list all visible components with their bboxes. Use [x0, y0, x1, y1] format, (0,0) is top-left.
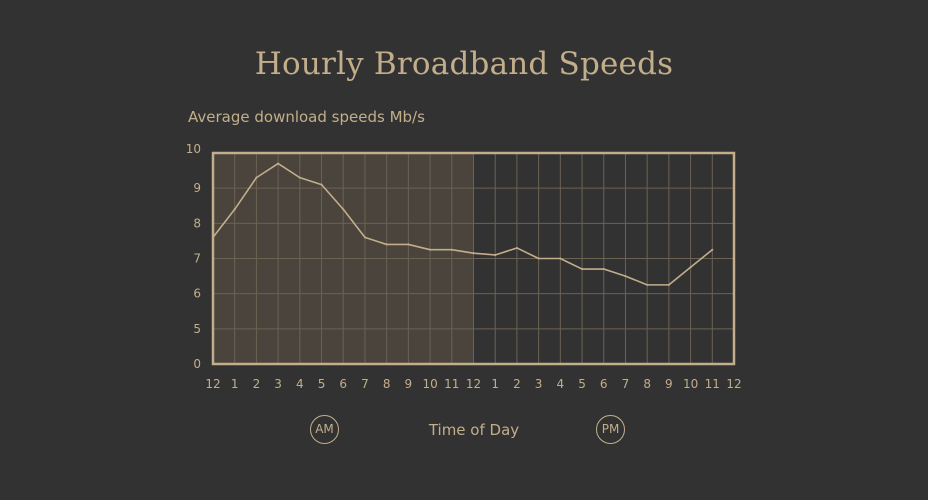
pm-badge: PM — [596, 415, 625, 444]
x-tick-label: 12 — [466, 377, 481, 391]
y-tick-label: 10 — [186, 142, 201, 156]
data-point — [559, 257, 562, 260]
x-tick-label: 11 — [444, 377, 459, 391]
x-tick-label: 9 — [405, 377, 413, 391]
data-point — [711, 248, 714, 251]
data-point — [212, 236, 214, 239]
x-tick-label: 6 — [600, 377, 608, 391]
y-tick-label: 0 — [193, 357, 201, 371]
x-tick-label: 12 — [205, 377, 220, 391]
data-point — [233, 208, 236, 211]
x-tick-label: 6 — [339, 377, 347, 391]
x-tick-label: 7 — [361, 377, 369, 391]
y-tick-label: 7 — [193, 252, 201, 266]
data-point — [298, 176, 301, 179]
data-point — [624, 275, 627, 278]
x-tick-label: 10 — [422, 377, 437, 391]
x-axis-ticks: 12 1 2 3 4 5 6 7 8 9 10 11 12 1 2 3 4 5 6 7 8 9 10 11 12 — [205, 377, 741, 391]
y-tick-label: 9 — [193, 181, 201, 195]
x-tick-label: 3 — [535, 377, 543, 391]
data-point — [602, 268, 605, 271]
x-tick-label: 2 — [253, 377, 261, 391]
data-point — [429, 248, 432, 251]
y-tick-label: 5 — [193, 322, 201, 336]
x-tick-label: 4 — [557, 377, 565, 391]
data-point — [363, 236, 366, 239]
data-point — [385, 243, 388, 246]
data-point — [407, 243, 410, 246]
data-point — [537, 257, 540, 260]
x-tick-label: 1 — [491, 377, 499, 391]
data-point — [667, 283, 670, 286]
y-tick-label: 6 — [193, 287, 201, 301]
data-point — [450, 248, 453, 251]
x-tick-label: 1 — [231, 377, 239, 391]
data-point — [494, 253, 497, 256]
x-tick-label: 10 — [683, 377, 698, 391]
data-point — [277, 162, 280, 165]
data-point — [689, 266, 692, 269]
x-tick-label: 4 — [296, 377, 304, 391]
x-tick-label: 3 — [274, 377, 282, 391]
data-point — [342, 208, 345, 211]
data-point — [515, 246, 518, 249]
x-tick-label: 8 — [643, 377, 651, 391]
x-tick-label: 7 — [622, 377, 630, 391]
data-point — [472, 252, 475, 255]
x-tick-label: 9 — [665, 377, 673, 391]
data-point — [646, 283, 649, 286]
data-point — [255, 176, 258, 179]
data-point — [320, 183, 323, 186]
x-tick-label: 8 — [383, 377, 391, 391]
x-tick-label: 2 — [513, 377, 521, 391]
x-axis-label: Time of Day — [428, 421, 520, 439]
x-tick-label: 5 — [578, 377, 586, 391]
x-tick-label: 12 — [726, 377, 741, 391]
data-point — [581, 268, 584, 271]
y-axis-ticks: 0 5 6 7 8 9 10 — [186, 142, 201, 371]
x-tick-label: 11 — [705, 377, 720, 391]
y-tick-label: 8 — [193, 216, 201, 230]
x-tick-label: 5 — [318, 377, 326, 391]
